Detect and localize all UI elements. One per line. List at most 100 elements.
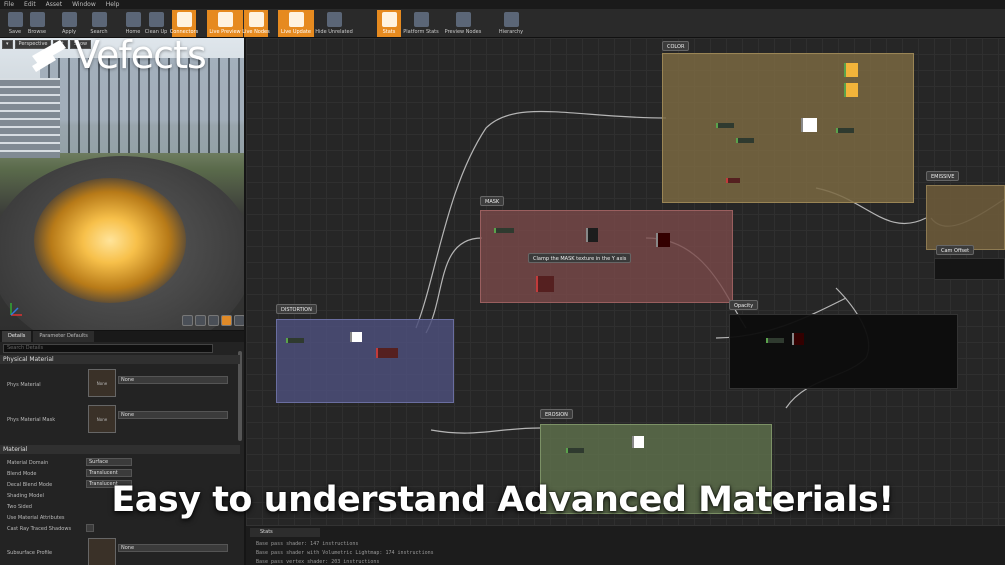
texture-sample-node[interactable] bbox=[350, 332, 362, 342]
graph-node[interactable] bbox=[726, 178, 740, 183]
platform-stats-icon bbox=[413, 12, 429, 27]
save-icon bbox=[7, 12, 23, 27]
toolbar-button-label: Live Update bbox=[281, 29, 311, 35]
section-material[interactable]: Material bbox=[0, 445, 240, 454]
toolbar-preview-nodes-button[interactable]: Preview Nodes bbox=[445, 10, 481, 37]
graph-node[interactable] bbox=[494, 228, 514, 233]
connectors-icon bbox=[176, 12, 192, 27]
plane-preview-icon[interactable] bbox=[208, 315, 219, 326]
section-physical-material[interactable]: Physical Material bbox=[0, 355, 240, 364]
graph-node[interactable] bbox=[566, 448, 584, 453]
hide-unrelated-icon bbox=[326, 12, 342, 27]
prop-subsurface-profile-label: Subsurface Profile bbox=[7, 550, 53, 556]
texture-sample-node[interactable] bbox=[656, 233, 670, 247]
details-tabs: Details Parameter Defaults bbox=[0, 331, 244, 342]
details-search-input[interactable]: Search Details bbox=[3, 344, 213, 353]
comment-box-cam-offset[interactable] bbox=[934, 258, 1005, 280]
apply-icon bbox=[61, 12, 77, 27]
toolbar-platform-stats-button[interactable]: Platform Stats bbox=[403, 10, 439, 37]
color-constant-node[interactable] bbox=[844, 63, 858, 77]
comment-box-color[interactable] bbox=[662, 53, 914, 203]
comment-title-opacity[interactable]: Opacity bbox=[729, 300, 759, 310]
menu-item-asset[interactable]: Asset bbox=[46, 0, 62, 9]
prop-phys-material-mask-label: Phys Material Mask bbox=[7, 417, 56, 423]
texture-sample-node[interactable] bbox=[801, 118, 817, 132]
toolbar-button-label: Stats bbox=[382, 29, 396, 35]
viewport-menu-button[interactable]: ▾ bbox=[2, 40, 13, 49]
toolbar-save-button[interactable]: Save bbox=[3, 10, 27, 37]
comment-box-opacity[interactable] bbox=[729, 314, 958, 389]
prop-cast-ray-traced-shadows-label: Cast Ray Traced Shadows bbox=[7, 526, 72, 532]
prop-material-domain-label: Material Domain bbox=[7, 460, 49, 466]
prop-phys-material-label: Phys Material bbox=[7, 382, 41, 388]
home-icon bbox=[125, 12, 141, 27]
phys-material-mask-thumbnail[interactable]: None bbox=[88, 405, 116, 433]
menu-item-window[interactable]: Window bbox=[72, 0, 96, 9]
sphere-preview-icon[interactable] bbox=[195, 315, 206, 326]
toolbar-live-nodes-button[interactable]: Live Nodes bbox=[242, 10, 270, 37]
toolbar-hide-unrelated-button[interactable]: Hide Unrelated bbox=[315, 10, 353, 37]
graph-node[interactable] bbox=[836, 128, 854, 133]
logo-text: Vefects bbox=[74, 33, 207, 77]
texture-sample-node[interactable] bbox=[586, 228, 598, 242]
graph-node[interactable] bbox=[716, 123, 734, 128]
material-domain-dropdown[interactable]: Surface bbox=[86, 458, 132, 466]
subsurface-profile-thumbnail[interactable] bbox=[88, 538, 116, 565]
texture-sample-node[interactable] bbox=[632, 436, 644, 448]
toolbar-button-label: Preview Nodes bbox=[444, 29, 482, 35]
details-scrollbar[interactable] bbox=[238, 351, 242, 441]
toolbar-live-preview-button[interactable]: Live Preview bbox=[207, 10, 243, 37]
graph-node[interactable] bbox=[766, 338, 784, 343]
menu-item-help[interactable]: Help bbox=[106, 0, 120, 9]
comment-title-distortion[interactable]: DISTORTION bbox=[276, 304, 317, 314]
blend-mode-dropdown[interactable]: Translucent bbox=[86, 469, 132, 477]
stats-line: Base pass shader with Volumetric Lightma… bbox=[256, 550, 434, 556]
toolbar-button-label: Live Preview bbox=[209, 29, 241, 35]
vefects-logo-icon bbox=[32, 40, 66, 72]
phys-material-thumbnail[interactable]: None bbox=[88, 369, 116, 397]
details-panel: Details Parameter Defaults Search Detail… bbox=[0, 330, 244, 565]
stats-tab[interactable]: Stats bbox=[250, 528, 320, 537]
preview-viewport[interactable]: ▾ Perspective Lit Show bbox=[0, 38, 244, 330]
broom-icon bbox=[148, 12, 164, 27]
graph-node[interactable] bbox=[736, 138, 754, 143]
material-graph[interactable]: COLOR MASK Clamp the MASK texture in the… bbox=[246, 38, 1005, 525]
comment-title-emissive[interactable]: EMISSIVE bbox=[926, 171, 960, 181]
stats-icon bbox=[381, 12, 397, 27]
toolbar-stats-button[interactable]: Stats bbox=[377, 10, 401, 37]
phys-material-mask-dropdown[interactable]: None bbox=[118, 411, 228, 419]
teapot-preview-icon[interactable] bbox=[221, 315, 232, 326]
custom-mesh-preview-icon[interactable] bbox=[234, 315, 244, 326]
toolbar-button-label: Live Nodes bbox=[242, 29, 270, 35]
viewport-shape-buttons bbox=[182, 315, 244, 326]
graph-node[interactable] bbox=[376, 348, 398, 358]
cast-ray-traced-shadows-checkbox[interactable] bbox=[86, 524, 94, 532]
comment-title-erosion[interactable]: EROSION bbox=[540, 409, 573, 419]
graph-node[interactable] bbox=[286, 338, 304, 343]
toolbar-button-label: Save bbox=[8, 29, 22, 35]
phys-material-dropdown[interactable]: None bbox=[118, 376, 228, 384]
comment-box-emissive[interactable] bbox=[926, 185, 1005, 250]
comment-title-cam-offset[interactable]: Cam Offset bbox=[936, 245, 975, 255]
comment-title-color[interactable]: COLOR bbox=[662, 41, 690, 51]
cylinder-preview-icon[interactable] bbox=[182, 315, 193, 326]
graph-node[interactable] bbox=[536, 276, 554, 292]
tab-parameter-defaults[interactable]: Parameter Defaults bbox=[33, 331, 94, 342]
search-icon bbox=[91, 12, 107, 27]
preview-material-effect bbox=[34, 178, 186, 303]
tab-details[interactable]: Details bbox=[2, 331, 32, 342]
stats-panel: Stats Base pass shader: 147 instructions… bbox=[246, 525, 1005, 565]
promo-caption: Easy to understand Advanced Materials! bbox=[111, 480, 894, 520]
comment-box-distortion[interactable] bbox=[276, 319, 454, 403]
mask-note[interactable]: Clamp the MASK texture in the Y axis bbox=[528, 253, 632, 263]
comment-title-mask[interactable]: MASK bbox=[480, 196, 505, 206]
toolbar-hierarchy-button[interactable]: Hierarchy bbox=[499, 10, 523, 37]
menu-item-file[interactable]: File bbox=[4, 0, 14, 9]
menu-item-edit[interactable]: Edit bbox=[24, 0, 36, 9]
texture-sample-node[interactable] bbox=[792, 333, 804, 345]
toolbar-live-update-button[interactable]: Live Update bbox=[278, 10, 314, 37]
toolbar-button-label: Hide Unrelated bbox=[315, 29, 353, 35]
color-constant-node[interactable] bbox=[844, 83, 858, 97]
subsurface-profile-dropdown[interactable]: None bbox=[118, 544, 228, 552]
menu-bar: File Edit Asset Window Help bbox=[0, 0, 1005, 9]
